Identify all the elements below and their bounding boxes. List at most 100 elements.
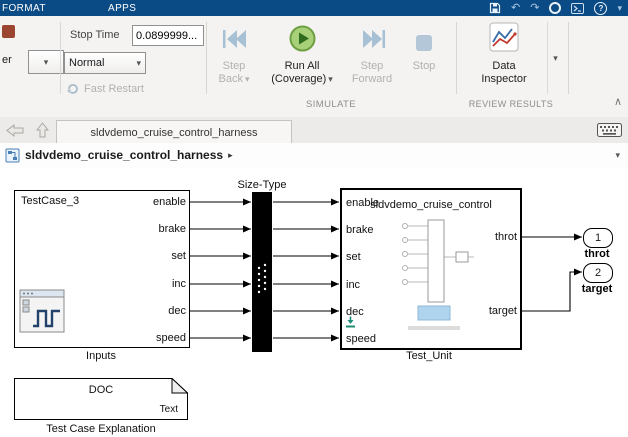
save-icon[interactable] (489, 2, 501, 14)
redo-icon[interactable]: ↷ (530, 0, 539, 16)
run-all-label-1: Run All (284, 60, 320, 72)
outport-1-number: 1 (594, 232, 602, 244)
run-coverage-icon (289, 25, 315, 52)
subsystem-preview-image (402, 219, 474, 330)
stop-button[interactable]: Stop (402, 22, 446, 73)
step-back-label-1: Step (222, 60, 246, 72)
doc-block-caption: Test Case Explanation (46, 423, 156, 435)
review-results-section-label: REVIEW RESULTS (468, 99, 554, 109)
step-forward-label-1: Step (360, 60, 384, 72)
group-separator (206, 22, 207, 94)
test-unit-block[interactable]: sldvdemo_cruise_control enable brake set… (340, 188, 522, 350)
undo-icon[interactable]: ↶ (511, 0, 520, 16)
keyboard-icon[interactable] (597, 123, 622, 137)
signal-builder-icon (19, 289, 65, 333)
ribbon-toolbar: er ▾ Stop Time Normal ▾ Fast Restart (0, 16, 628, 118)
outport-2-block[interactable]: 2 (583, 263, 613, 283)
document-tab-bar: sldvdemo_cruise_control_harness (0, 117, 628, 144)
step-forward-icon (362, 30, 385, 48)
breadcrumb-path: sldvdemo_cruise_control_harness (25, 148, 224, 162)
chevron-down-icon: ▾ (553, 52, 558, 63)
step-back-label-2: Back (218, 73, 243, 85)
run-all-coverage-button[interactable]: Run All (Coverage) ▾ (262, 22, 342, 86)
outport-2-label: target (581, 283, 613, 295)
test-unit-caption: Test_Unit (406, 350, 452, 362)
step-forward-button[interactable]: Step Forward (346, 22, 398, 86)
sim-mode-select[interactable]: Normal ▾ (64, 52, 146, 74)
breadcrumb[interactable]: sldvdemo_cruise_control_harness ▸ (25, 148, 233, 162)
outport-1-block[interactable]: 1 (583, 228, 613, 248)
inputs-port-inc: inc (171, 278, 186, 290)
quick-access-toolbar: ↶ ↷ ? ▾ (489, 0, 622, 16)
breadcrumb-expand-icon[interactable]: ▸ (228, 150, 233, 161)
simulink-window: FORMAT APPS ↶ ↷ ? ▾ er ▾ Stop Time 0.089… (0, 0, 628, 437)
ribbon-tab-format[interactable]: FORMAT (2, 0, 46, 16)
size-type-caption: Size-Type (237, 179, 287, 191)
quick-access-dropdown-icon[interactable]: ▾ (617, 0, 622, 16)
model-icon (5, 148, 20, 163)
clipped-button-label: er (2, 54, 12, 66)
chevron-down-icon: ▾ (328, 74, 333, 84)
size-type-block[interactable] (252, 192, 272, 352)
data-inspector-label-1: Data (492, 60, 516, 72)
data-inspector-icon (489, 22, 519, 52)
chevron-down-icon: ▾ (136, 57, 141, 68)
step-back-button[interactable]: Step Back ▾ (210, 22, 258, 86)
test-unit-port-brake: brake (346, 224, 374, 236)
stop-label: Stop (412, 60, 436, 72)
group-separator (568, 22, 569, 94)
ribbon-tab-apps[interactable]: APPS (108, 0, 136, 16)
breadcrumb-dropdown-icon[interactable]: ▾ (615, 151, 620, 160)
inputs-port-enable: enable (152, 196, 186, 208)
simulate-section-label: SIMULATE (305, 99, 356, 110)
help-icon[interactable]: ? (594, 1, 608, 15)
step-forward-label-2: Forward (351, 73, 393, 85)
outport-2-number: 2 (594, 267, 602, 279)
outport-1-label: throt (584, 248, 610, 260)
record-icon[interactable] (549, 2, 562, 14)
test-unit-port-throt: throt (494, 231, 517, 243)
test-unit-port-enable: enable (346, 197, 380, 209)
group-separator (456, 22, 457, 94)
test-unit-port-target: target (488, 305, 517, 317)
stop-icon (416, 35, 432, 51)
model-canvas[interactable]: TestCase_3 enable brake set inc dec spee… (0, 168, 628, 437)
navigate-up-icon[interactable] (36, 122, 49, 138)
ribbon-tab-bar: FORMAT APPS ↶ ↷ ? ▾ (0, 0, 628, 16)
command-window-icon[interactable] (571, 2, 585, 14)
test-unit-port-inc: inc (346, 279, 361, 291)
inputs-block[interactable]: TestCase_3 enable brake set inc dec spee… (14, 190, 190, 348)
clipped-button-icon[interactable] (2, 25, 15, 38)
navigate-back-icon[interactable] (6, 124, 24, 137)
data-inspector-dropdown[interactable]: ▾ (547, 22, 563, 94)
data-inspector-label-2: Inspector (481, 73, 527, 85)
stop-time-label: Stop Time (70, 29, 120, 41)
step-back-icon (222, 30, 246, 48)
group-separator (60, 22, 61, 94)
clipped-dropdown[interactable]: ▾ (28, 50, 64, 74)
sim-mode-value: Normal (69, 57, 105, 69)
breadcrumb-bar: sldvdemo_cruise_control_harness ▸ ▾ (0, 143, 628, 169)
chevron-down-icon: ▾ (244, 74, 250, 84)
inputs-port-brake: brake (158, 223, 186, 235)
doc-block-title: DOC (88, 384, 114, 396)
inputs-port-set: set (171, 250, 186, 262)
data-inspector-button[interactable]: Data Inspector (462, 22, 546, 86)
run-all-label-2: (Coverage) (271, 73, 327, 85)
inputs-port-dec: dec (168, 305, 186, 317)
inputs-block-title: TestCase_3 (21, 195, 80, 207)
harness-badge-icon[interactable] (345, 316, 356, 328)
test-unit-port-speed: speed (346, 333, 376, 345)
test-unit-port-set: set (346, 251, 361, 263)
doc-block-type: Text (159, 404, 178, 415)
model-tab-label: sldvdemo_cruise_control_harness (90, 126, 258, 139)
model-tab[interactable]: sldvdemo_cruise_control_harness (56, 120, 292, 144)
size-type-dots-icon (257, 263, 267, 294)
collapse-ribbon-icon[interactable]: ∧ (614, 97, 622, 108)
inputs-block-caption: Inputs (86, 350, 116, 362)
fast-restart-label[interactable]: Fast Restart (84, 83, 144, 95)
stop-time-input[interactable] (132, 25, 204, 46)
inputs-port-speed: speed (156, 332, 186, 344)
chevron-down-icon: ▾ (43, 56, 49, 67)
fast-restart-icon (67, 84, 78, 94)
